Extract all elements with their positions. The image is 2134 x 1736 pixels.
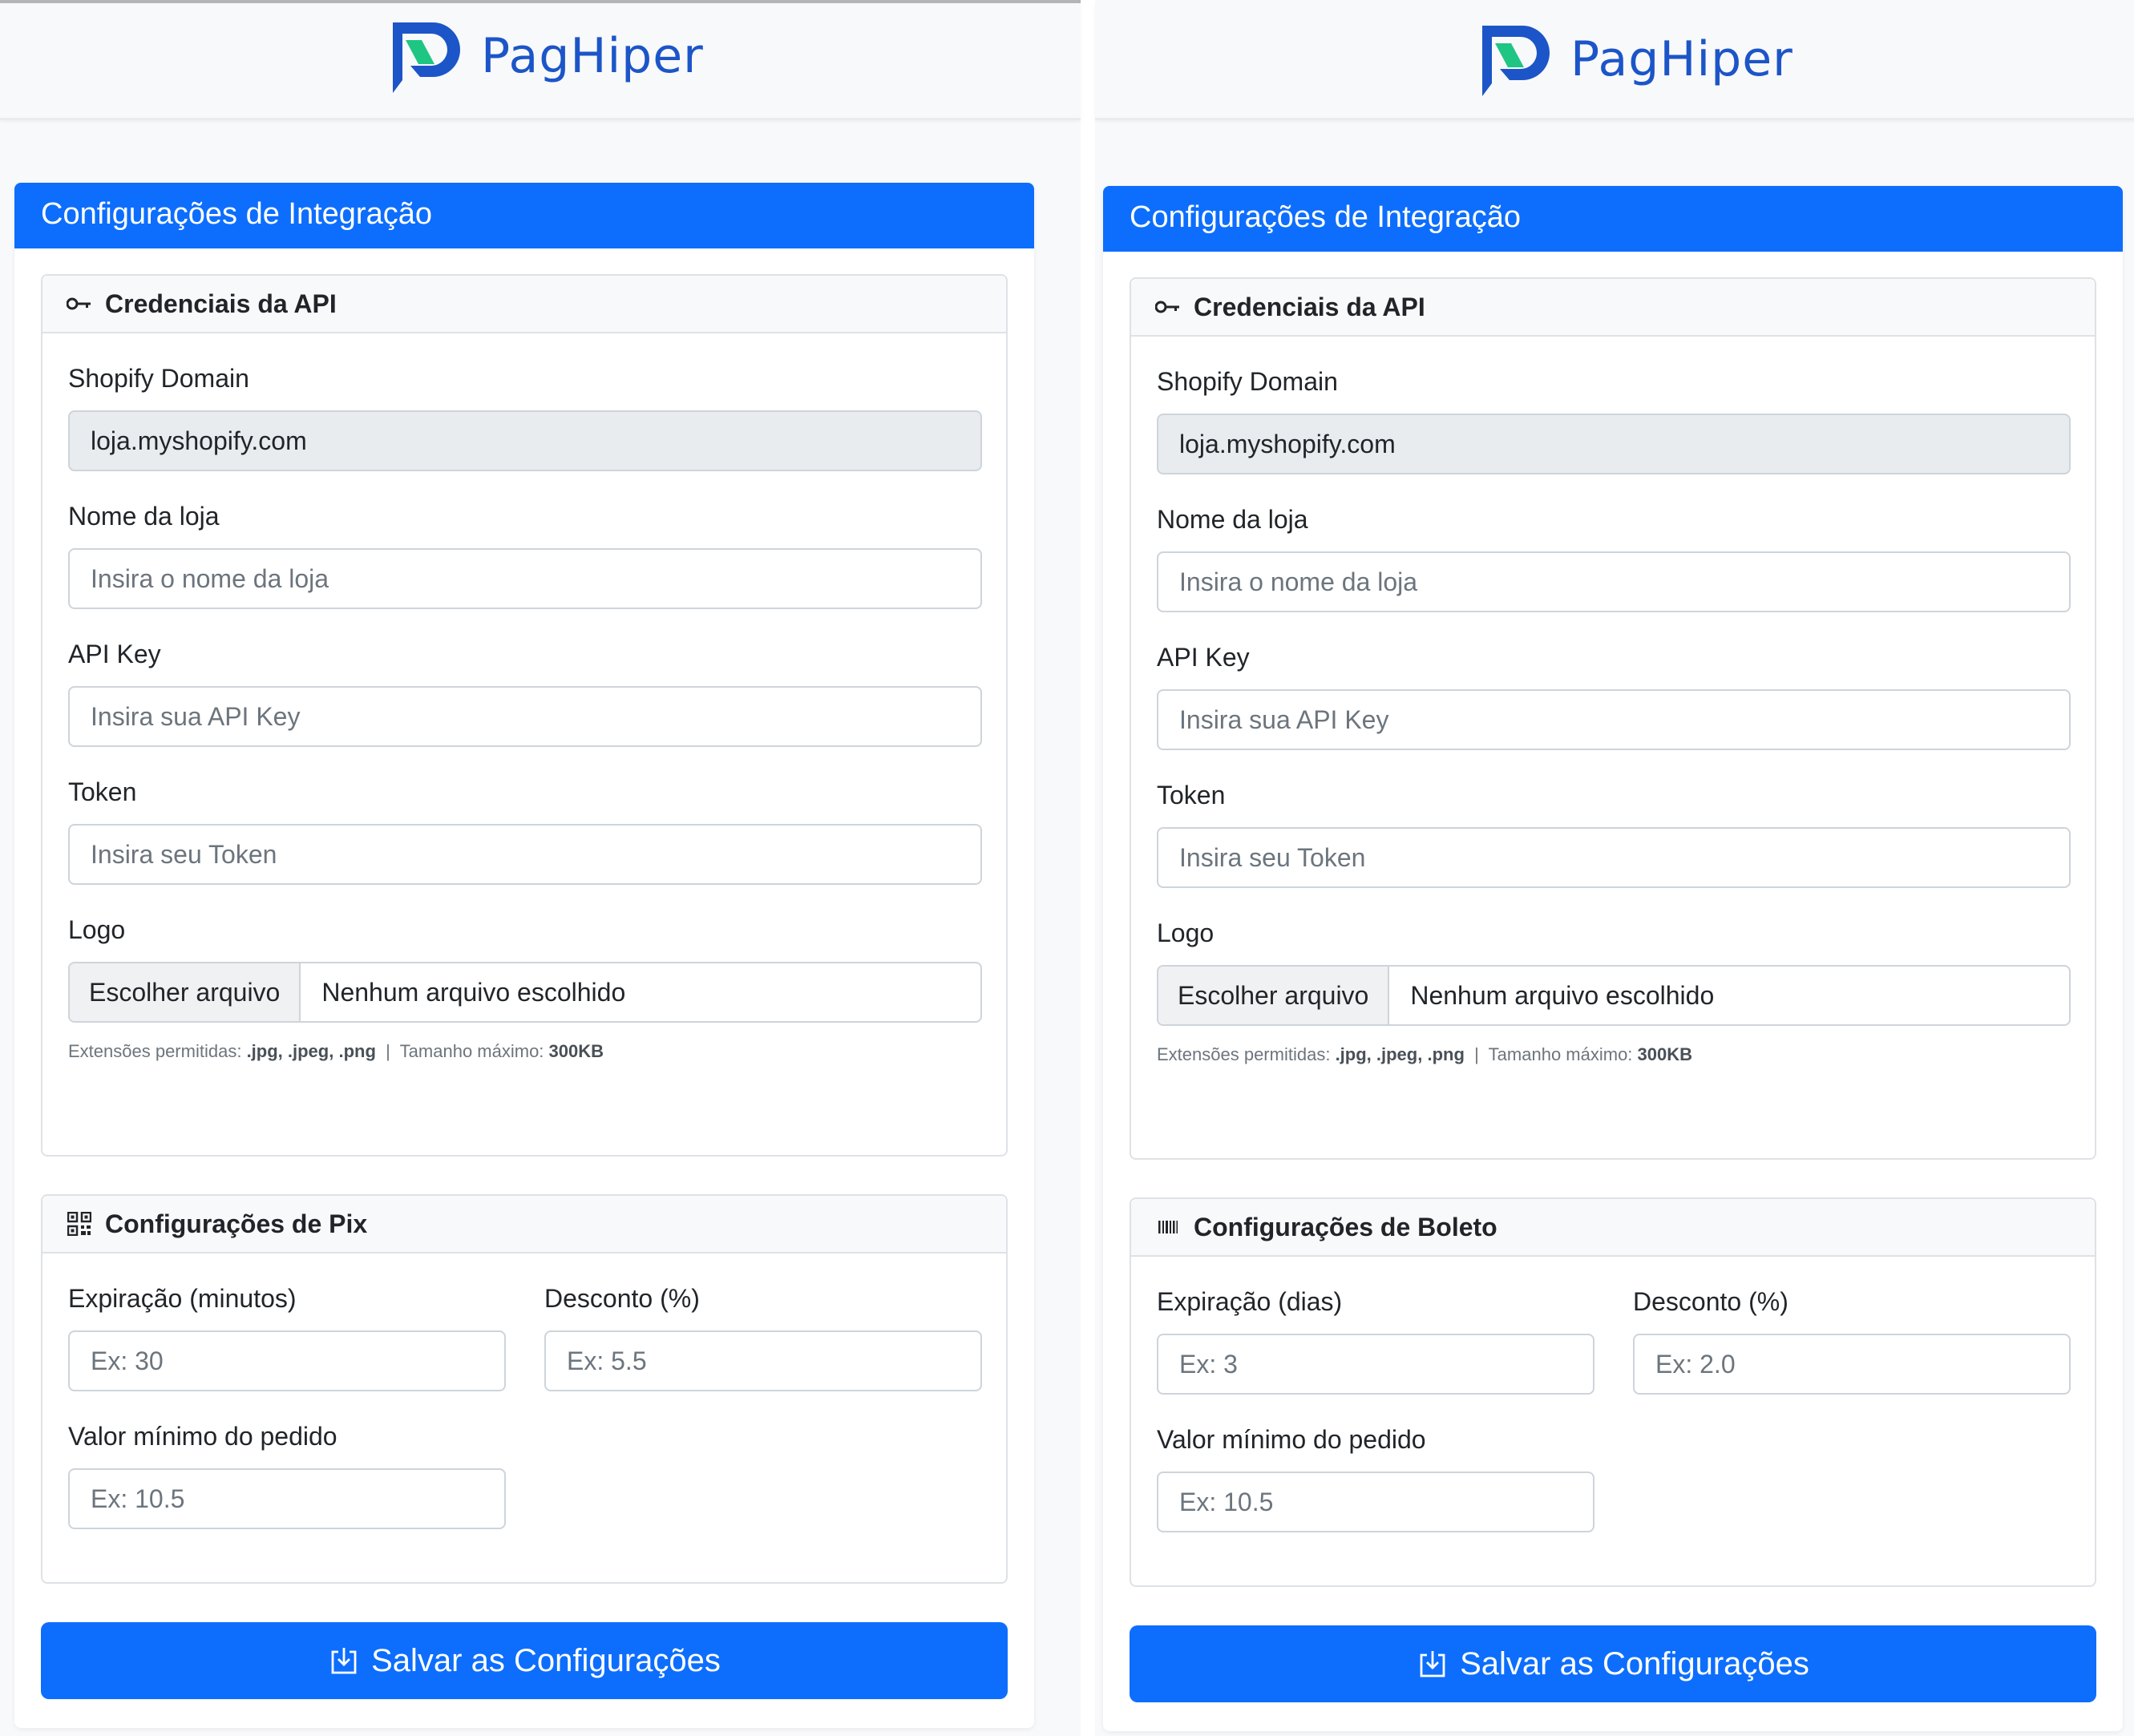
help-separator: | bbox=[386, 1041, 390, 1061]
expiration-input[interactable]: Ex: 3 bbox=[1157, 1334, 1594, 1395]
integration-settings-card: Configurações de Integração Credenciais … bbox=[1103, 186, 2123, 1731]
boleto-settings-section: Configurações de Boleto Expiração (dias)… bbox=[1130, 1197, 2096, 1587]
help-size-label: Tamanho máximo: bbox=[1488, 1044, 1633, 1064]
pix-settings-header: Configurações de Pix bbox=[42, 1196, 1006, 1254]
store-name-label: Nome da loja bbox=[68, 502, 220, 531]
boleto-settings-page: PagHiper Configurações de Integração Cre… bbox=[1095, 0, 2134, 1736]
help-size: 300KB bbox=[548, 1041, 604, 1061]
help-extensions: .jpg, .jpeg, .png bbox=[246, 1041, 376, 1061]
save-settings-button[interactable]: Salvar as Configurações bbox=[41, 1622, 1008, 1699]
brand-name: PagHiper bbox=[1570, 31, 1793, 87]
pix-settings-page: PagHiper Configurações de Integração Cre… bbox=[0, 0, 1081, 1736]
shopify-domain-input: loja.myshopify.com bbox=[68, 410, 982, 471]
download-icon bbox=[1420, 1651, 1445, 1677]
logo-file-input[interactable]: Escolher arquivo Nenhum arquivo escolhid… bbox=[1157, 965, 2071, 1026]
paghiper-logo[interactable]: PagHiper bbox=[1468, 19, 1793, 99]
shopify-domain-label: Shopify Domain bbox=[1157, 367, 1338, 396]
discount-label: Desconto (%) bbox=[1633, 1287, 1788, 1316]
api-credentials-section: Credenciais da API Shopify Domain loja.m… bbox=[1130, 277, 2096, 1160]
expiration-label: Expiração (dias) bbox=[1157, 1287, 1343, 1316]
card-title: Configurações de Integração bbox=[14, 183, 1034, 248]
integration-settings-card: Configurações de Integração Credenciais … bbox=[14, 183, 1034, 1728]
save-settings-button[interactable]: Salvar as Configurações bbox=[1130, 1625, 2096, 1702]
boleto-settings-title: Configurações de Boleto bbox=[1194, 1212, 1497, 1241]
help-separator: | bbox=[1474, 1044, 1479, 1064]
discount-input[interactable]: Ex: 2.0 bbox=[1633, 1334, 2071, 1395]
token-label: Token bbox=[1157, 781, 1226, 809]
logo-label: Logo bbox=[1157, 918, 1215, 947]
shopify-domain-label: Shopify Domain bbox=[68, 364, 249, 393]
logo-label: Logo bbox=[68, 915, 126, 944]
key-icon bbox=[67, 291, 92, 317]
app-header: PagHiper bbox=[1095, 3, 2134, 120]
pix-settings-title: Configurações de Pix bbox=[105, 1209, 368, 1238]
api-credentials-header: Credenciais da API bbox=[42, 276, 1006, 333]
choose-file-button[interactable]: Escolher arquivo bbox=[70, 963, 301, 1021]
save-settings-label: Salvar as Configurações bbox=[1460, 1645, 1809, 1681]
paghiper-logo-icon bbox=[393, 22, 460, 93]
help-extensions: .jpg, .jpeg, .png bbox=[1335, 1044, 1465, 1064]
help-prefix: Extensões permitidas: bbox=[1157, 1044, 1331, 1064]
file-help-text: Extensões permitidas: .jpg, .jpeg, .png … bbox=[68, 1041, 604, 1062]
min-order-input[interactable]: Ex: 10.5 bbox=[68, 1468, 506, 1529]
key-icon bbox=[1155, 294, 1181, 320]
paghiper-logo[interactable]: PagHiper bbox=[378, 16, 704, 96]
shopify-domain-input: loja.myshopify.com bbox=[1157, 414, 2071, 474]
help-size-label: Tamanho máximo: bbox=[399, 1041, 544, 1061]
header-spacer bbox=[0, 123, 1081, 183]
pix-settings-section: Configurações de Pix Expiração (minutos)… bbox=[41, 1194, 1008, 1584]
qr-code-icon bbox=[67, 1211, 92, 1237]
token-input[interactable]: Insira seu Token bbox=[68, 824, 982, 885]
card-title: Configurações de Integração bbox=[1103, 186, 2123, 252]
paghiper-logo-icon bbox=[1482, 26, 1550, 96]
expiration-input[interactable]: Ex: 30 bbox=[68, 1330, 506, 1391]
min-order-label: Valor mínimo do pedido bbox=[1157, 1425, 1426, 1454]
min-order-input[interactable]: Ex: 10.5 bbox=[1157, 1472, 1594, 1532]
boleto-settings-header: Configurações de Boleto bbox=[1131, 1199, 2095, 1257]
file-status-text: Nenhum arquivo escolhido bbox=[1410, 980, 1715, 1010]
choose-file-button[interactable]: Escolher arquivo bbox=[1158, 967, 1390, 1024]
help-prefix: Extensões permitidas: bbox=[68, 1041, 242, 1061]
logo-file-input[interactable]: Escolher arquivo Nenhum arquivo escolhid… bbox=[68, 962, 982, 1023]
api-key-label: API Key bbox=[68, 640, 161, 668]
api-credentials-section: Credenciais da API Shopify Domain loja.m… bbox=[41, 274, 1008, 1157]
api-key-label: API Key bbox=[1157, 643, 1250, 672]
file-help-text: Extensões permitidas: .jpg, .jpeg, .png … bbox=[1157, 1044, 1692, 1065]
header-spacer bbox=[1095, 123, 2134, 183]
app-header: PagHiper bbox=[0, 3, 1081, 120]
store-name-input[interactable]: Insira o nome da loja bbox=[1157, 551, 2071, 612]
barcode-icon bbox=[1155, 1214, 1181, 1240]
file-status-text: Nenhum arquivo escolhido bbox=[321, 977, 626, 1007]
api-credentials-title: Credenciais da API bbox=[105, 289, 337, 318]
api-credentials-header: Credenciais da API bbox=[1131, 279, 2095, 337]
save-settings-label: Salvar as Configurações bbox=[371, 1642, 721, 1678]
help-size: 300KB bbox=[1637, 1044, 1693, 1064]
min-order-label: Valor mínimo do pedido bbox=[68, 1422, 337, 1451]
store-name-label: Nome da loja bbox=[1157, 505, 1308, 534]
api-key-input[interactable]: Insira sua API Key bbox=[1157, 689, 2071, 750]
token-label: Token bbox=[68, 777, 137, 806]
download-icon bbox=[331, 1648, 357, 1674]
token-input[interactable]: Insira seu Token bbox=[1157, 827, 2071, 888]
expiration-label: Expiração (minutos) bbox=[68, 1284, 297, 1313]
discount-label: Desconto (%) bbox=[544, 1284, 700, 1313]
store-name-input[interactable]: Insira o nome da loja bbox=[68, 548, 982, 609]
api-credentials-title: Credenciais da API bbox=[1194, 292, 1425, 321]
api-key-input[interactable]: Insira sua API Key bbox=[68, 686, 982, 747]
discount-input[interactable]: Ex: 5.5 bbox=[544, 1330, 982, 1391]
brand-name: PagHiper bbox=[481, 28, 704, 84]
